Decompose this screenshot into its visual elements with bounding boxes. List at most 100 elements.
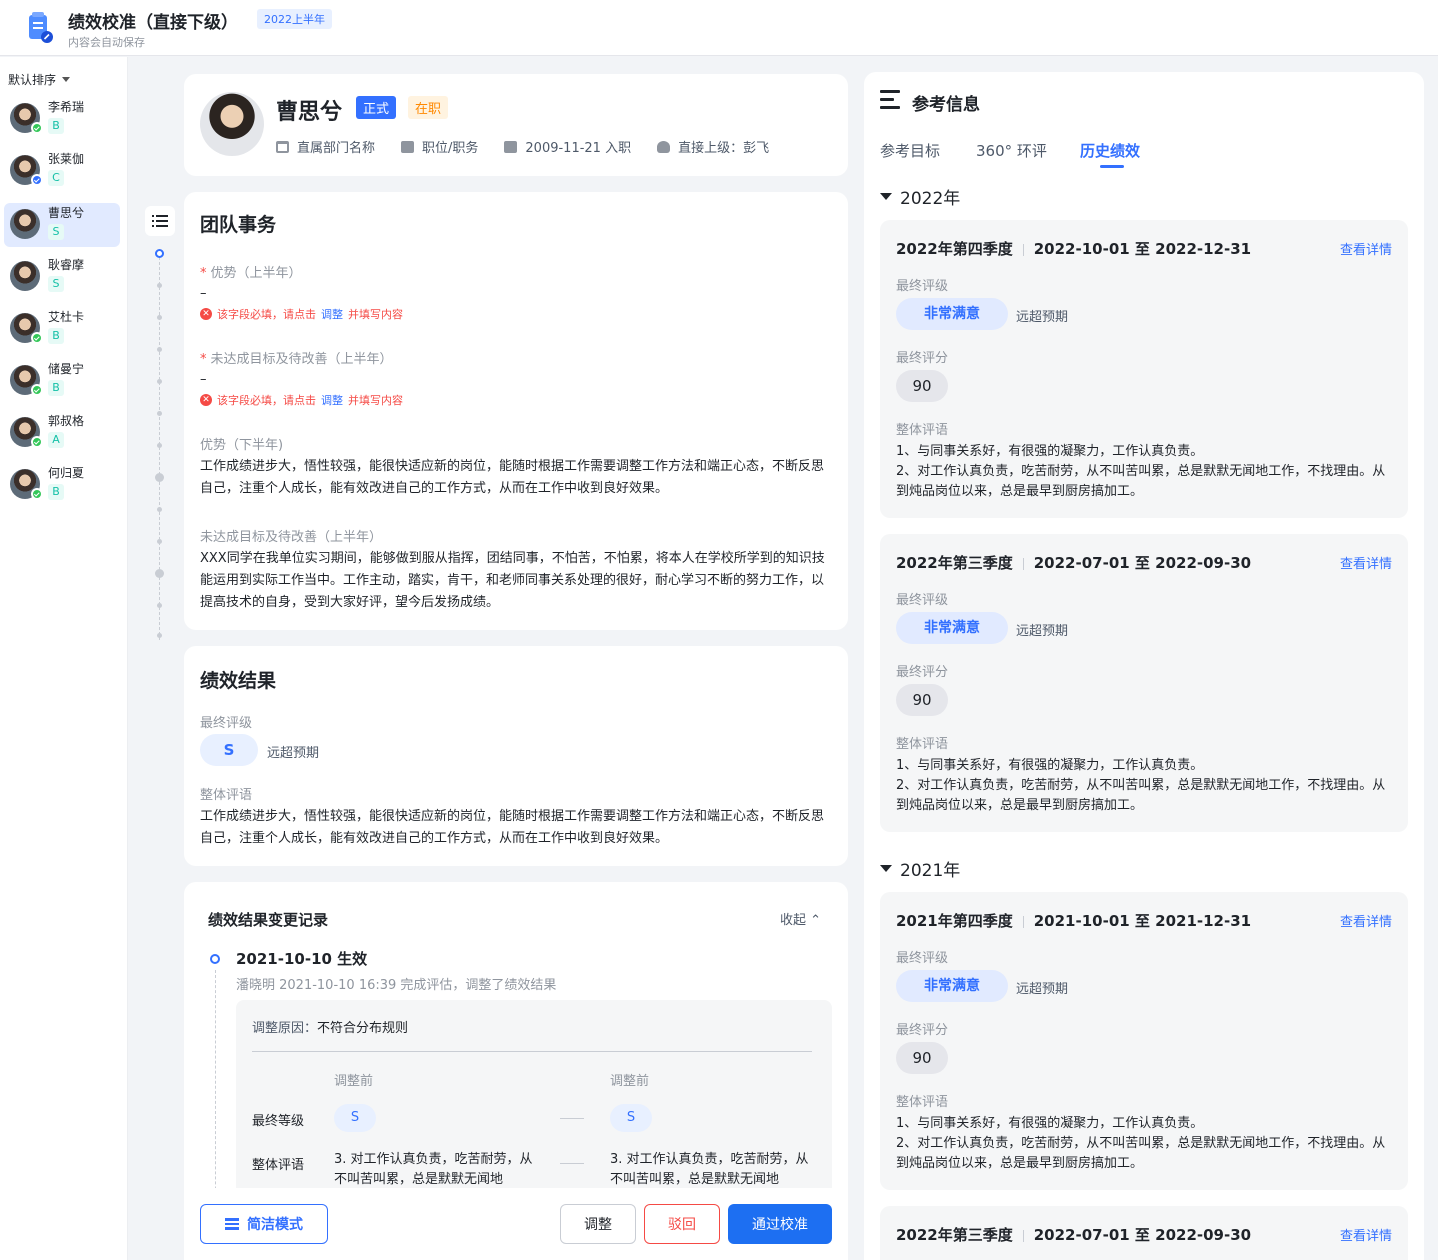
avatar [10, 209, 40, 239]
toc-node[interactable] [157, 283, 162, 288]
person-grade: S [48, 224, 64, 240]
field-label: * 优势（上半年） [200, 266, 302, 281]
toc-node[interactable] [155, 473, 164, 482]
field-text: XXX同学在我单位实习期间，能够做到服从指挥，团结同事，不怕苦，不怕累，将本人在… [200, 551, 825, 610]
reference-icon [880, 90, 902, 110]
adjust-button[interactable]: 调整 [560, 1204, 636, 1244]
reject-button[interactable]: 驳回 [644, 1204, 720, 1244]
history-quarter-card: 2022年第三季度 2022-07-01 至 2022-09-30 查看详情 最终评级… [880, 534, 1408, 832]
sidebar-person-item[interactable]: 艾杜卡 B [4, 307, 120, 351]
error-message: ✕ 该字段必填，请点击 调整 并填写内容 [200, 306, 403, 322]
collapse-button[interactable]: 收起 ⌃ [780, 909, 821, 928]
sidebar-person-item[interactable]: 何归夏 B [4, 463, 120, 507]
quarter-name: 2022年第三季度 [896, 554, 1013, 572]
toc-node[interactable] [157, 443, 162, 448]
sidebar-person-item[interactable]: 李希瑞 B [4, 97, 120, 141]
autosave-hint: 内容会自动保存 [68, 36, 145, 49]
toc-node[interactable] [157, 347, 162, 352]
person-name: 耿睿摩 [48, 258, 85, 272]
grade-pill: 非常满意 [896, 298, 1008, 330]
toc-node[interactable] [157, 539, 162, 544]
view-detail-link[interactable]: 查看详情 [1340, 911, 1392, 930]
toc-node-active[interactable] [155, 249, 164, 258]
period-badge: 2022上半年 [257, 9, 332, 29]
adjust-link[interactable]: 调整 [321, 306, 343, 322]
position: 职位/职务 [422, 141, 479, 156]
tab-reference-goals[interactable]: 参考目标 [880, 140, 940, 161]
comment-before: 3. 对工作认真负责，吃苦耐劳，从不叫苦叫累，总是默默无闻地 [334, 1152, 533, 1187]
performance-result-card: 绩效结果 最终评级 S 远超预期 整体评语 工作成绩进步大，悟性较强，能很快适应… [184, 646, 848, 866]
view-detail-link[interactable]: 查看详情 [1340, 239, 1392, 258]
history-quarter-card: 2021年第四季度 2021-10-01 至 2021-12-31 查看详情 最终评级… [880, 892, 1408, 1190]
grade-pill: 非常满意 [896, 612, 1008, 644]
score-pill: 90 [896, 1042, 948, 1074]
arrow-right-icon [560, 1163, 584, 1164]
grade-label: 最终评级 [896, 279, 949, 294]
comment-label: 整体评语 [200, 788, 253, 803]
field-value: – [200, 372, 207, 387]
page-title: 绩效校准（直接下级） [68, 13, 238, 33]
approve-button[interactable]: 通过校准 [728, 1204, 832, 1244]
column-header: 调整前 [610, 1074, 650, 1089]
tab-history-performance[interactable]: 历史绩效 [1080, 140, 1140, 161]
app-logo-icon [29, 12, 53, 43]
toc-node[interactable] [157, 633, 162, 638]
simple-mode-button[interactable]: 简洁模式 [200, 1204, 328, 1244]
year-toggle[interactable]: 2022年 [880, 184, 960, 209]
column-header: 调整前 [334, 1074, 374, 1089]
quarter-title: 2022年第三季度 2022-07-01 至 2022-09-30 [896, 552, 1251, 573]
score-pill: 90 [896, 684, 948, 716]
error-icon: ✕ [200, 308, 212, 320]
year-label: 2021年 [900, 861, 961, 881]
sort-label: 默认排序 [8, 73, 57, 87]
toc-node[interactable] [157, 379, 162, 384]
caret-down-icon [880, 193, 892, 200]
log-subtitle: 潘晓明 2021-10-10 16:39 完成评估，调整了绩效结果 [236, 978, 557, 993]
quarter-name: 2021年第四季度 [896, 912, 1013, 930]
view-detail-link[interactable]: 查看详情 [1340, 1225, 1392, 1244]
field-text: 工作成绩进步大，悟性较强，能很快适应新的岗位，能随时根据工作需要调整工作方法和端… [200, 459, 825, 496]
person-grade: C [48, 170, 64, 186]
join-date: 2009-11-21 入职 [525, 141, 632, 156]
grade-note: 远超预期 [1016, 982, 1069, 997]
toc-node[interactable] [157, 411, 162, 416]
adjust-reason: 调整原因：不符合分布规则 [252, 1021, 409, 1036]
employee-name: 曹思兮 [276, 100, 343, 125]
grade-note: 远超预期 [1016, 624, 1069, 639]
sidebar-person-item[interactable]: 耿睿摩 S [4, 255, 120, 299]
sidebar-person-item[interactable]: 储曼宁 B [4, 359, 120, 403]
arrow-right-icon [560, 1118, 584, 1119]
section-title: 绩效结果变更记录 [208, 911, 329, 929]
grade-note: 远超预期 [1016, 310, 1069, 325]
quarter-range: 2022-07-01 至 2022-09-30 [1033, 1226, 1252, 1244]
toc-node[interactable] [157, 315, 162, 320]
field-label: 优势（下半年) [200, 438, 284, 453]
tab-360-review[interactable]: 360° 环评 [976, 140, 1047, 161]
grade-label: 最终评级 [896, 951, 949, 966]
sidebar-person-item[interactable]: 郭叔格 A [4, 411, 120, 455]
sidebar-person-item[interactable]: 张莱伽 C [4, 149, 120, 193]
error-message: ✕ 该字段必填，请点击 调整 并填写内容 [200, 392, 403, 408]
row-label: 整体评语 [252, 1158, 305, 1173]
toc-node[interactable] [157, 603, 162, 608]
team-affairs-card: 团队事务 * 优势（上半年） – ✕ 该字段必填，请点击 调整 并填写内容 * 未达… [184, 192, 848, 630]
caret-down-icon [62, 77, 71, 82]
sort-dropdown[interactable]: 默认排序 [8, 71, 71, 88]
toc-node[interactable] [157, 507, 162, 512]
avatar [200, 92, 264, 156]
sidebar-person-item[interactable]: 曹思兮 S [4, 203, 120, 247]
comment-text: 1、与同事关系好，有很强的凝聚力，工作认真负责。 2、对工作认真负责，吃苦耐劳，… [896, 444, 1386, 499]
section-title: 团队事务 [200, 214, 277, 236]
person-name: 李希瑞 [48, 100, 85, 114]
view-detail-link[interactable]: 查看详情 [1340, 553, 1392, 572]
year-toggle[interactable]: 2021年 [880, 856, 960, 881]
toc-node[interactable] [155, 569, 164, 578]
adjust-link[interactable]: 调整 [321, 392, 343, 408]
toc-list-icon[interactable] [145, 206, 175, 236]
comment-label: 整体评语 [896, 1095, 949, 1110]
clock-status-icon [31, 174, 43, 186]
org-icon [276, 140, 289, 153]
quarter-range: 2022-10-01 至 2022-12-31 [1033, 240, 1252, 258]
grade-pill: S [200, 734, 258, 766]
comment-text: 工作成绩进步大，悟性较强，能很快适应新的岗位，能随时根据工作需要调整工作方法和端… [200, 809, 825, 846]
